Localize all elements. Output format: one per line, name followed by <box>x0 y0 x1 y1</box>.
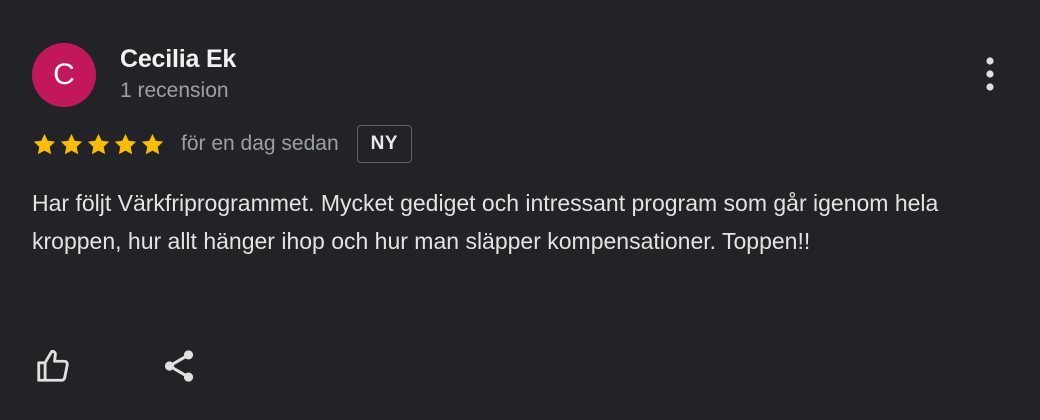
new-badge: NY <box>356 125 413 163</box>
avatar[interactable]: C <box>32 43 96 107</box>
review-card: C Cecilia Ek 1 recension för en dag seda… <box>0 0 1040 420</box>
author-name[interactable]: Cecilia Ek <box>120 44 236 74</box>
star-rating <box>32 132 165 157</box>
avatar-initial: C <box>53 58 75 91</box>
share-button[interactable] <box>157 344 201 388</box>
more-vertical-icon <box>986 57 994 91</box>
like-button[interactable] <box>31 344 75 388</box>
review-text: Har följt Värkfriprogrammet. Mycket gedi… <box>32 190 939 254</box>
star-icon <box>87 133 110 154</box>
thumbs-up-icon <box>37 349 69 382</box>
share-icon <box>164 350 194 382</box>
more-options-button[interactable] <box>972 54 1008 94</box>
star-icon <box>60 133 83 154</box>
review-date: för en dag sedan <box>181 132 339 155</box>
author-review-count: 1 recension <box>120 79 229 102</box>
star-icon <box>114 133 137 154</box>
rating-row: för en dag sedan NY <box>32 124 413 164</box>
star-icon <box>141 133 164 154</box>
star-icon <box>33 133 56 154</box>
